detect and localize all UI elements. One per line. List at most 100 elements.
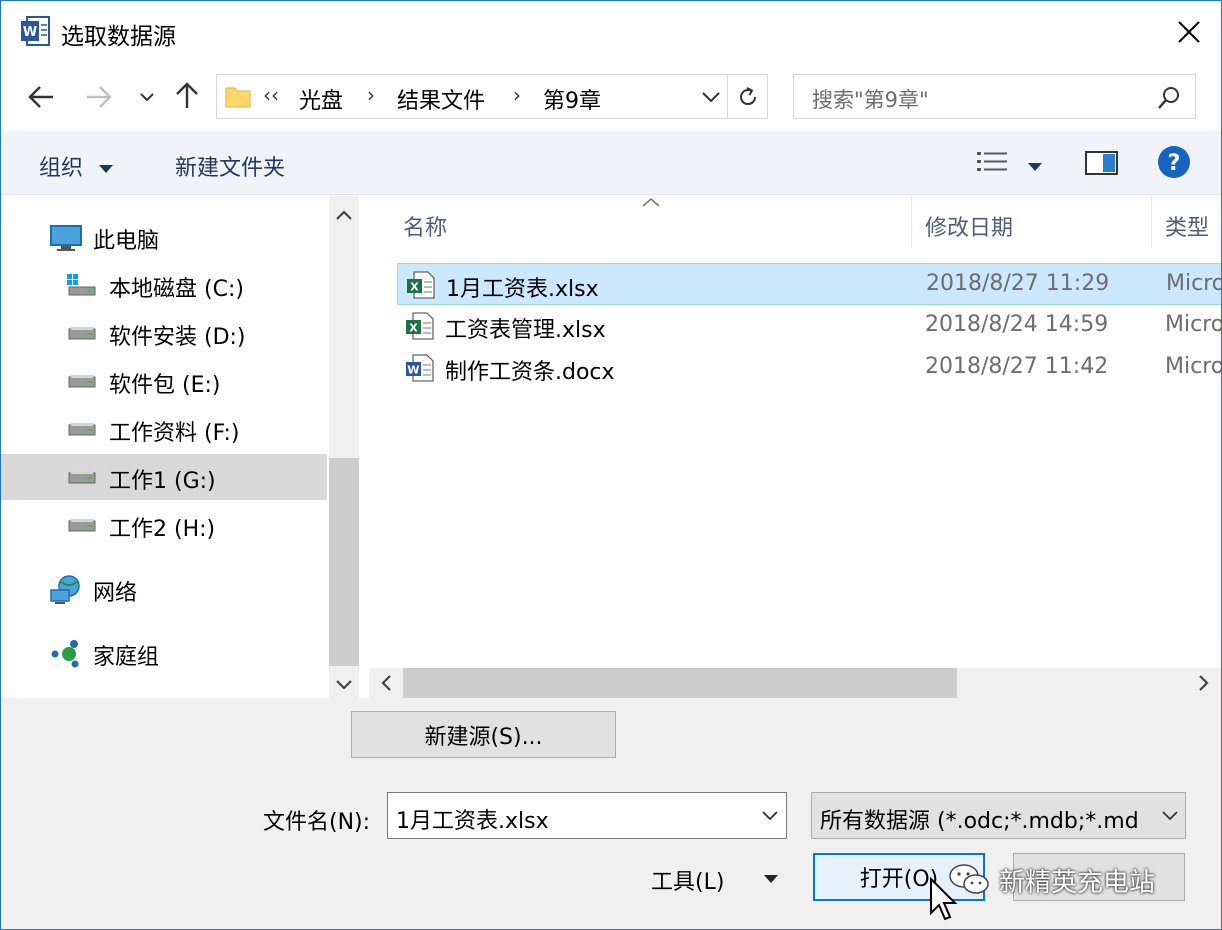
nav-label-drive: 软件安装 (D:) xyxy=(109,325,246,350)
recent-locations-button[interactable] xyxy=(129,77,165,117)
scroll-thumb[interactable] xyxy=(329,458,359,666)
word-file-icon: W xyxy=(406,354,434,382)
search-icon[interactable] xyxy=(1156,85,1182,111)
new-source-button[interactable]: 新建源(S)... xyxy=(351,711,616,758)
file-type: Micro xyxy=(1165,354,1221,379)
chevron-right-icon[interactable]: › xyxy=(367,83,375,107)
network-icon xyxy=(50,575,80,604)
file-type: Micro xyxy=(1166,271,1221,296)
file-name: 工资表管理.xlsx xyxy=(445,318,606,343)
navigation-pane: 此电脑 本地磁盘 (C:) 软件安装 (D:) 软件包 (E:) 工作资料 (F… xyxy=(1,196,329,698)
homegroup-icon xyxy=(51,640,79,668)
help-button[interactable]: ? xyxy=(1157,145,1191,183)
nav-item-homegroup[interactable]: 家庭组 xyxy=(1,630,327,676)
address-segment-disc[interactable]: 光盘 xyxy=(299,83,343,115)
back-button[interactable] xyxy=(21,77,61,117)
nav-label-drive: 本地磁盘 (C:) xyxy=(109,277,244,302)
file-type-filter[interactable]: 所有数据源 (*.odc;*.mdb;*.md xyxy=(811,792,1186,839)
folder-icon xyxy=(225,87,251,108)
tools-button[interactable]: 工具(L) xyxy=(641,856,791,900)
file-row[interactable]: W 制作工资条.docx 2018/8/27 11:42 Micro xyxy=(397,347,1221,389)
nav-item-network[interactable]: 网络 xyxy=(1,566,327,612)
wechat-icon xyxy=(949,864,989,894)
file-list: 名称 修改日期 类型 X 1月工资表.xlsx 2018/8/27 11:29 … xyxy=(359,196,1221,698)
scroll-left-button[interactable] xyxy=(371,668,401,698)
nav-item-this-pc[interactable]: 此电脑 xyxy=(1,214,327,260)
filename-label: 文件名(N): xyxy=(263,810,371,835)
scroll-down-button[interactable] xyxy=(329,670,359,700)
new-folder-button[interactable]: 新建文件夹 xyxy=(175,150,285,182)
preview-pane-button[interactable] xyxy=(1085,150,1119,180)
caret-down-icon xyxy=(1028,163,1042,171)
chevron-right-icon xyxy=(1199,675,1209,691)
search-input[interactable]: 搜索"第9章" xyxy=(793,74,1196,119)
drive-icon xyxy=(68,471,96,484)
scroll-thumb[interactable] xyxy=(403,668,957,698)
drive-icon xyxy=(68,423,96,436)
address-bar[interactable]: ‹‹ 光盘 › 结果文件 › 第9章 xyxy=(216,74,768,119)
sort-ascending-icon xyxy=(642,198,660,207)
nav-label-drive: 软件包 (E:) xyxy=(109,373,221,398)
nav-item-drive-g[interactable]: 工作1 (G:) xyxy=(1,454,327,500)
chevron-down-icon xyxy=(1162,810,1178,820)
nav-label-homegroup: 家庭组 xyxy=(93,645,160,670)
column-header-date[interactable]: 修改日期 xyxy=(925,210,1013,242)
chevron-down-icon xyxy=(140,93,154,102)
file-name: 制作工资条.docx xyxy=(445,360,615,385)
nav-label-drive: 工作1 (G:) xyxy=(109,469,216,494)
view-options-button[interactable] xyxy=(975,149,1009,179)
file-type-dropdown[interactable] xyxy=(1154,793,1185,838)
address-segment-chapter9[interactable]: 第9章 xyxy=(543,83,601,115)
arrow-left-icon xyxy=(28,86,53,108)
title-bar: W 选取数据源 xyxy=(1,1,1221,63)
nav-item-drive-h[interactable]: 工作2 (H:) xyxy=(1,502,327,548)
filename-dropdown[interactable] xyxy=(754,793,786,838)
column-header-type[interactable]: 类型 xyxy=(1165,210,1209,242)
caret-down-icon xyxy=(764,875,778,883)
svg-text:W: W xyxy=(407,364,419,377)
nav-label-this-pc: 此电脑 xyxy=(93,229,160,254)
help-icon: ? xyxy=(1158,146,1190,178)
watermark-text: 新精英充电站 xyxy=(999,867,1156,898)
word-app-icon: W xyxy=(21,16,50,46)
nav-label-drive: 工作2 (H:) xyxy=(109,517,216,542)
nav-item-drive-e[interactable]: 软件包 (E:) xyxy=(1,358,327,404)
column-divider[interactable] xyxy=(1151,196,1152,248)
svg-text:X: X xyxy=(409,322,418,335)
nav-item-drive-f[interactable]: 工作资料 (F:) xyxy=(1,406,327,452)
drive-icon xyxy=(68,327,96,340)
svg-text:X: X xyxy=(410,281,419,294)
column-header-name[interactable]: 名称 xyxy=(403,210,447,242)
column-divider[interactable] xyxy=(911,196,912,248)
up-button[interactable] xyxy=(167,75,207,115)
nav-vertical-scrollbar[interactable] xyxy=(329,196,359,698)
view-dropdown-button[interactable] xyxy=(1027,157,1043,176)
organize-button[interactable]: 组织 xyxy=(39,150,114,182)
address-segment-result-files[interactable]: 结果文件 xyxy=(397,83,485,115)
scroll-right-button[interactable] xyxy=(1189,668,1219,698)
chevron-right-icon[interactable]: › xyxy=(513,83,521,107)
watermark: 新精英充电站 xyxy=(947,858,1155,902)
select-data-source-dialog: W 选取数据源 ‹‹ 光盘 › 结果文件 › 第9章 搜索"第9章" 组织 新建… xyxy=(0,0,1222,930)
address-overflow[interactable]: ‹‹ xyxy=(263,83,279,107)
forward-button[interactable] xyxy=(79,77,119,117)
organize-label: 组织 xyxy=(39,156,84,181)
dialog-title: 选取数据源 xyxy=(61,24,176,50)
nav-item-drive-c[interactable]: 本地磁盘 (C:) xyxy=(1,262,327,308)
file-row[interactable]: X 1月工资表.xlsx 2018/8/27 11:29 Micro xyxy=(397,263,1221,305)
address-history-dropdown[interactable] xyxy=(695,75,727,118)
command-toolbar: 组织 新建文件夹 ? xyxy=(1,131,1221,195)
nav-item-drive-d[interactable]: 软件安装 (D:) xyxy=(1,310,327,356)
file-row[interactable]: X 工资表管理.xlsx 2018/8/24 14:59 Micro xyxy=(397,305,1221,347)
refresh-button[interactable] xyxy=(727,75,767,118)
arrow-right-icon xyxy=(87,86,112,108)
chevron-down-icon xyxy=(702,91,720,102)
filename-input[interactable]: 1月工资表.xlsx xyxy=(387,792,787,839)
file-list-horizontal-scrollbar[interactable] xyxy=(369,668,1221,698)
chevron-down-icon xyxy=(762,810,778,820)
drive-icon xyxy=(68,519,96,532)
file-date: 2018/8/27 11:29 xyxy=(926,271,1110,296)
scroll-up-button[interactable] xyxy=(329,200,359,230)
nav-label-network: 网络 xyxy=(93,581,138,606)
close-button[interactable] xyxy=(1161,9,1217,55)
